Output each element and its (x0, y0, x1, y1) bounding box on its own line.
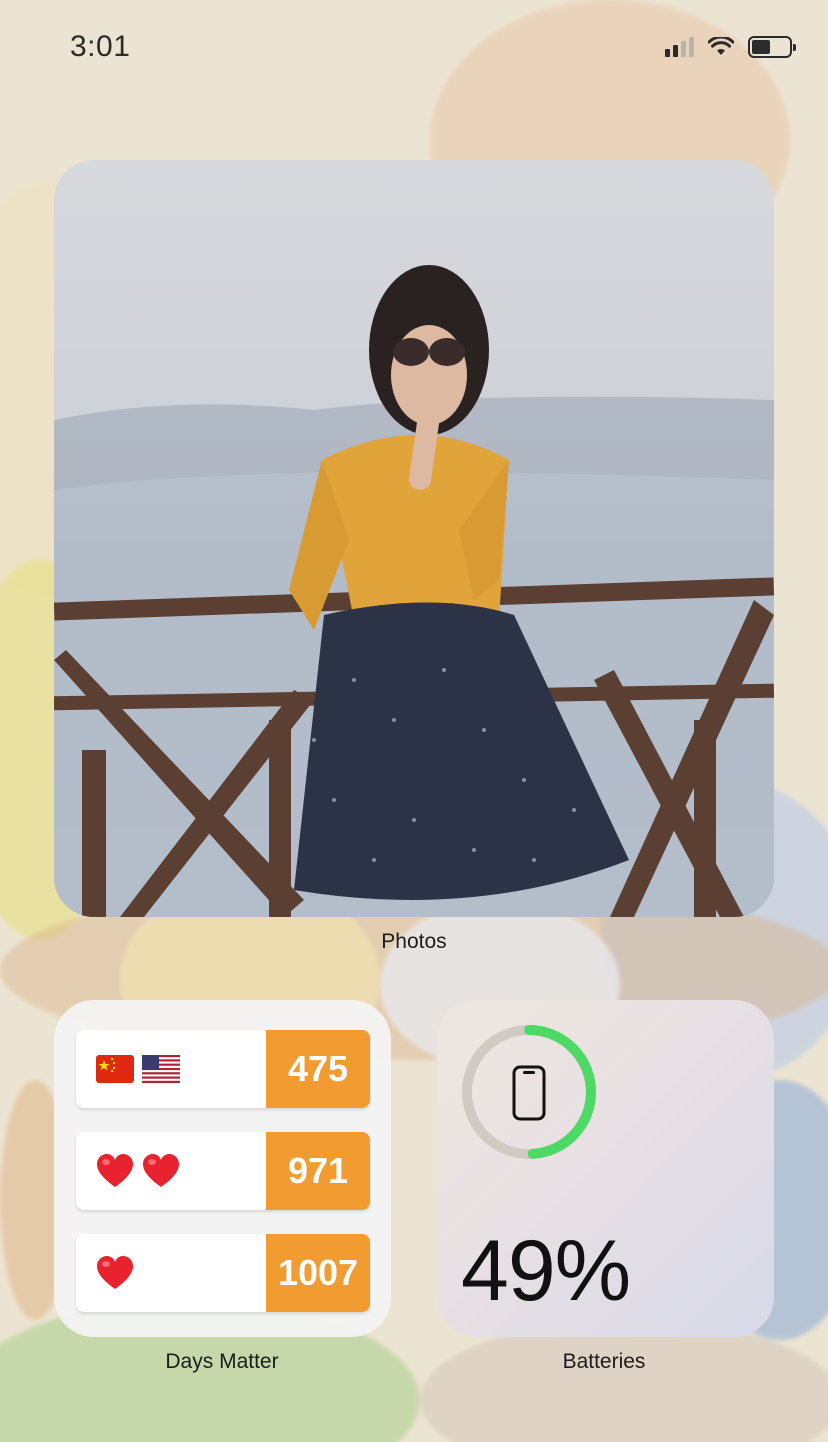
photo-image (54, 265, 774, 917)
days-row-icons (96, 1050, 180, 1088)
days-matter-widget[interactable]: 475 971 1007 (54, 1000, 391, 1337)
status-bar: 3:01 (0, 0, 828, 100)
phone-icon (512, 1065, 546, 1121)
battery-ring (462, 1025, 596, 1159)
days-row-icons (96, 1254, 134, 1292)
days-matter-row[interactable]: 1007 (76, 1234, 370, 1312)
red-heart-icon (97, 1154, 133, 1187)
battery-percent: 49% (461, 1223, 631, 1319)
battery-status-icon (748, 36, 796, 58)
red-heart-icon (97, 1256, 133, 1289)
days-row-icons (96, 1152, 180, 1190)
status-icons (665, 36, 796, 58)
status-time: 3:01 (70, 30, 131, 63)
batteries-widget[interactable]: 49% (437, 1000, 774, 1337)
batteries-widget-label: Batteries (562, 1350, 646, 1373)
china-flag-icon (96, 1055, 134, 1083)
cellular-signal-icon (665, 37, 694, 57)
photos-widget-label: Photos (381, 930, 447, 953)
days-count: 971 (266, 1132, 370, 1210)
days-count: 475 (266, 1030, 370, 1108)
days-matter-row[interactable]: 971 (76, 1132, 370, 1210)
days-matter-row[interactable]: 475 (76, 1030, 370, 1108)
red-heart-icon (143, 1154, 179, 1187)
wifi-icon (708, 37, 734, 55)
days-matter-widget-label: Days Matter (165, 1350, 279, 1373)
photos-widget[interactable] (54, 160, 774, 917)
days-count: 1007 (266, 1234, 370, 1312)
us-flag-icon (142, 1055, 180, 1083)
